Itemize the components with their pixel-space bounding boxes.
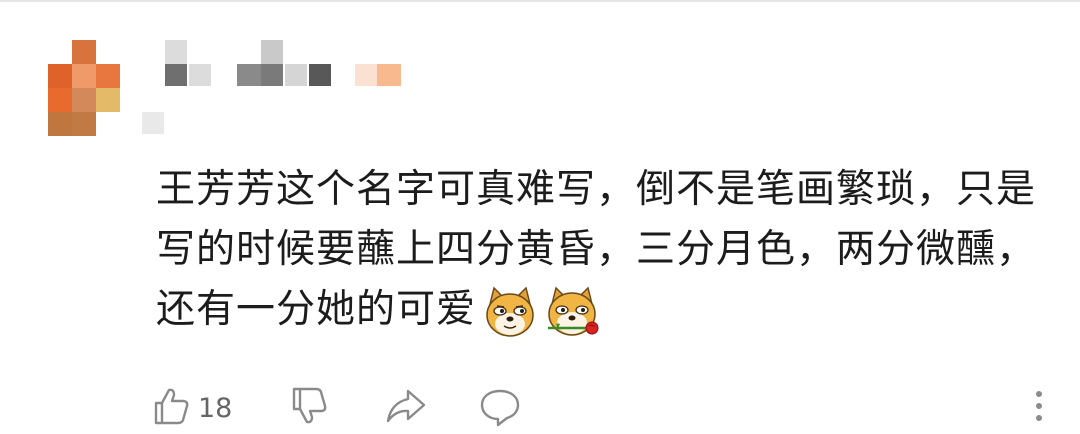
comment-line-last: 还有一分她的可爱: [156, 280, 1046, 340]
avatar[interactable]: [48, 40, 120, 136]
thumbs-up-icon: [150, 385, 192, 431]
share-button[interactable]: [384, 385, 428, 431]
user-badge: [142, 112, 164, 134]
comment-line: 写的时候要蘸上四分黄昏，三分月色，两分微醺，: [156, 227, 1037, 272]
reply-icon: [478, 385, 522, 431]
dislike-button[interactable]: [288, 385, 330, 431]
share-icon: [384, 385, 428, 431]
comment-line: 王芳芳这个名字可真难写，倒不是笔画繁琐，只是: [156, 167, 1037, 212]
like-count: 18: [198, 392, 233, 424]
comment-card: 王芳芳这个名字可真难写，倒不是笔画繁琐，只是 写的时候要蘸上四分黄昏，三分月色，…: [0, 0, 1080, 434]
divider: [0, 0, 1080, 2]
reply-button[interactable]: [478, 385, 522, 431]
comment-body: 王芳芳这个名字可真难写，倒不是笔画繁琐，只是 写的时候要蘸上四分黄昏，三分月色，…: [156, 160, 1046, 340]
more-icon: [1032, 385, 1046, 431]
like-button[interactable]: 18: [150, 385, 232, 431]
comment-line-text: 还有一分她的可爱: [156, 287, 477, 332]
doge-face-emoji: [482, 284, 538, 340]
action-bar: 18: [150, 385, 1050, 431]
thumbs-down-icon: [288, 385, 330, 431]
username[interactable]: [165, 40, 405, 90]
doge-rose-emoji: [544, 284, 600, 340]
more-button[interactable]: [1032, 385, 1046, 431]
